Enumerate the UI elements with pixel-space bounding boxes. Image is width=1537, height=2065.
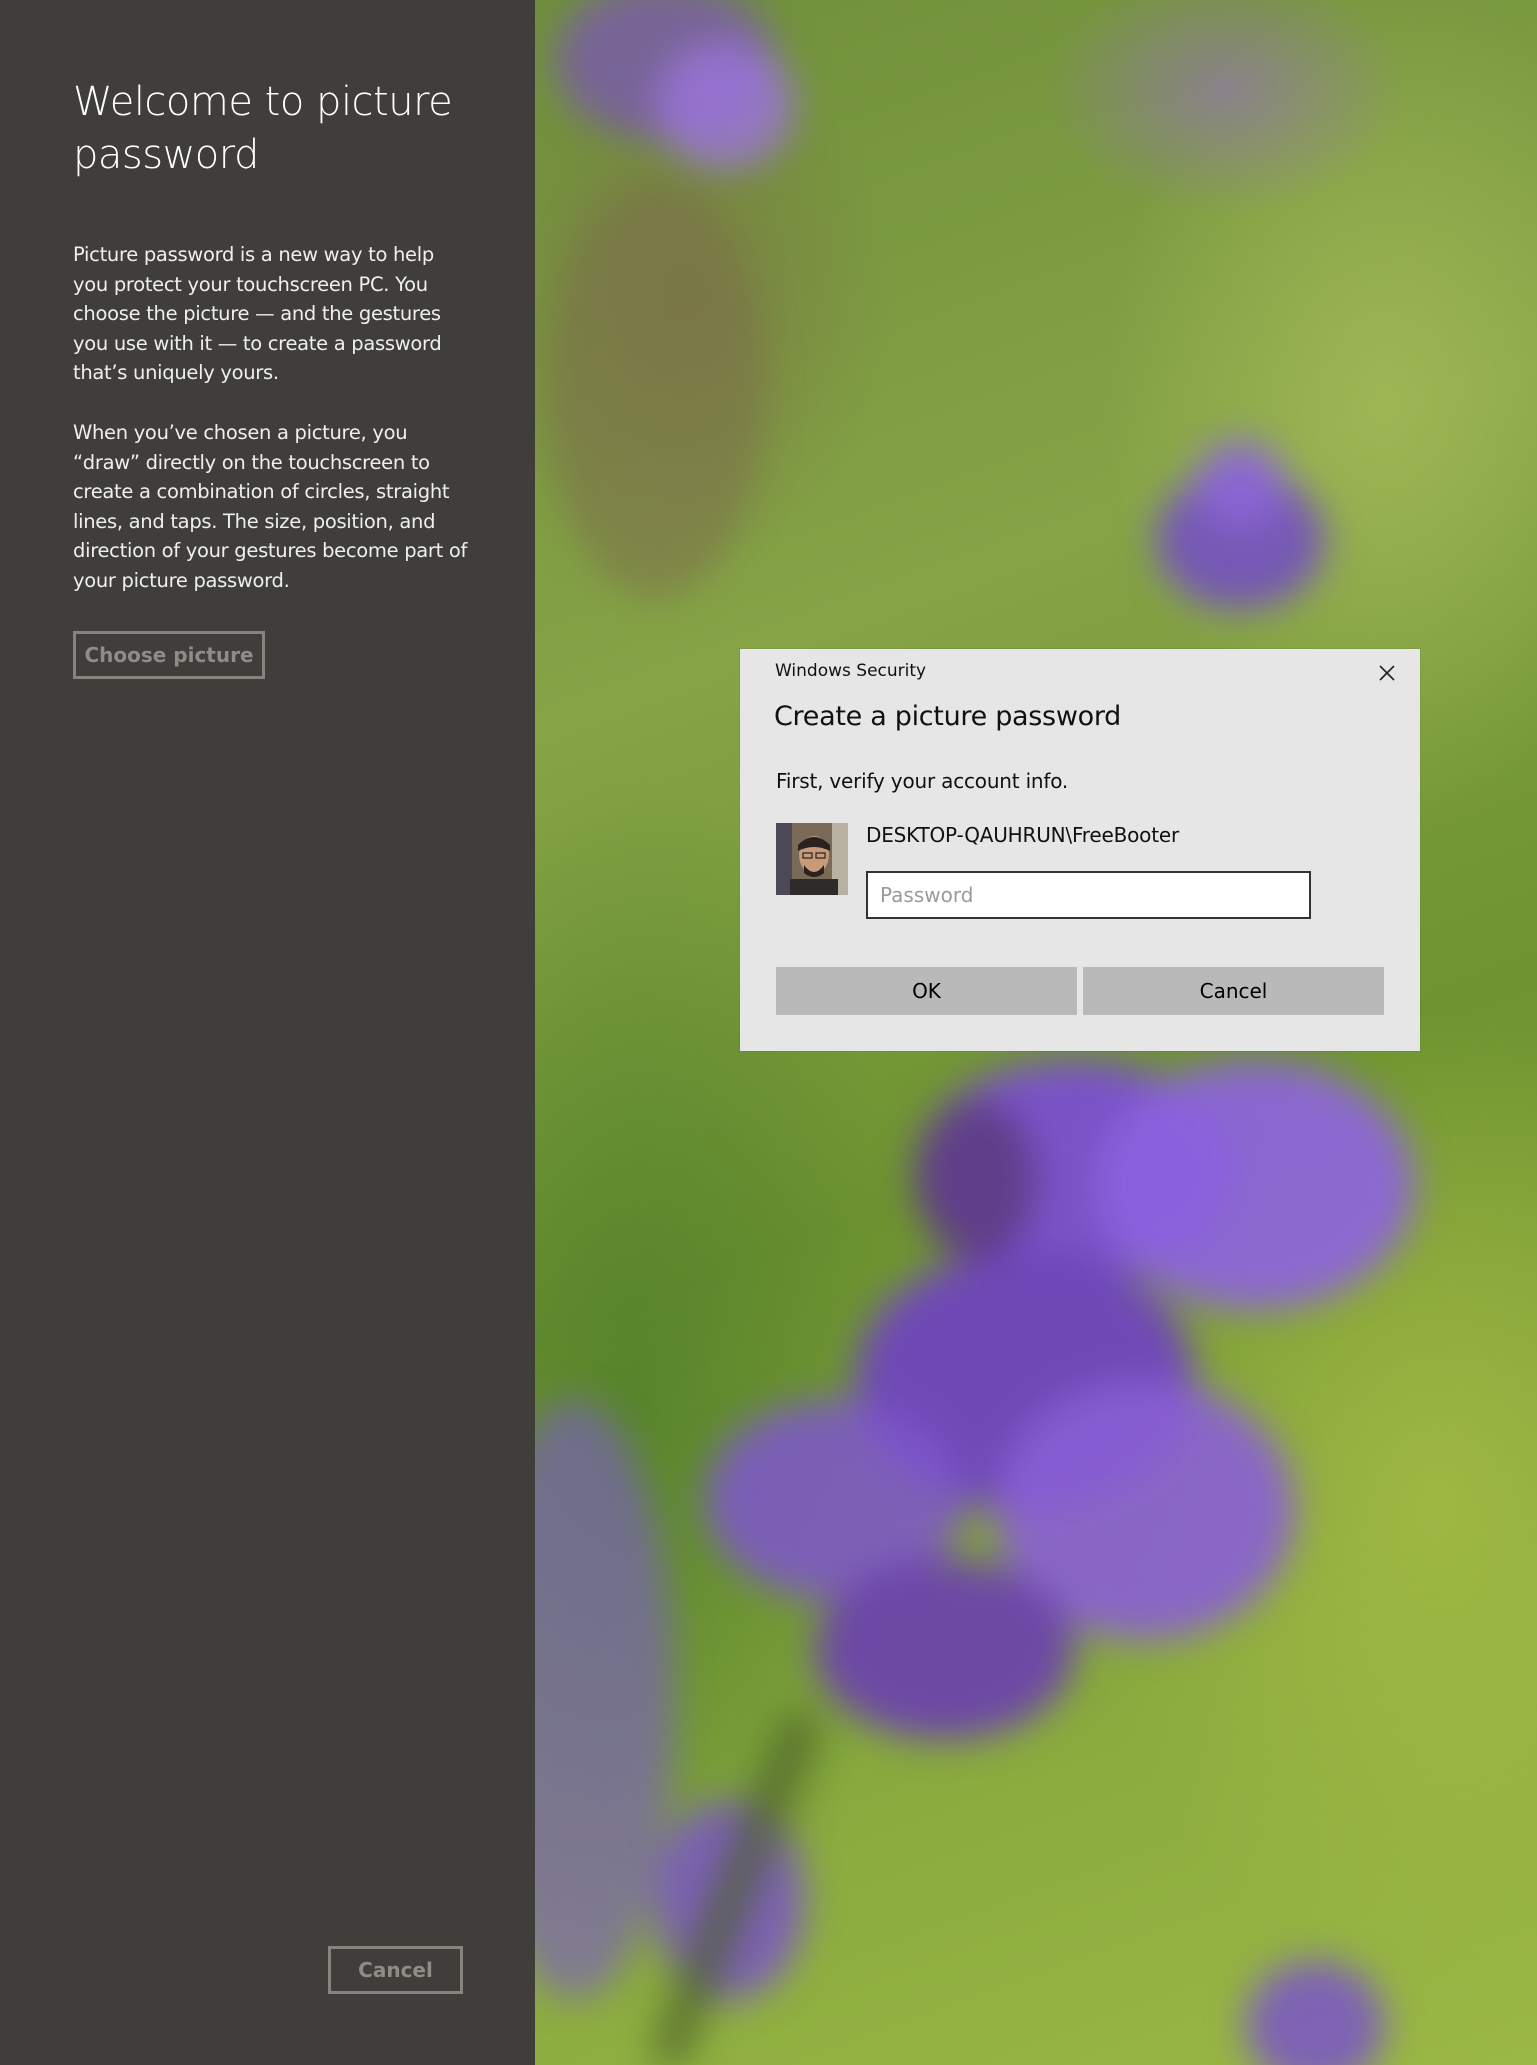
dialog-caption: Windows Security: [775, 661, 927, 681]
dialog-subtitle: First, verify your account info.: [776, 769, 1069, 793]
close-icon: [1379, 664, 1395, 684]
picture-password-screen: Welcome to picture password Picture pass…: [0, 0, 1537, 2065]
password-input[interactable]: [866, 871, 1311, 919]
windows-security-dialog: Windows Security Create a picture passwo…: [740, 649, 1420, 1051]
page-title: Welcome to picture password: [73, 79, 453, 178]
cancel-button[interactable]: Cancel: [1083, 967, 1384, 1015]
cancel-setup-button[interactable]: Cancel: [328, 1946, 463, 1994]
choose-picture-button[interactable]: Choose picture: [73, 631, 265, 679]
close-button[interactable]: [1372, 659, 1402, 689]
left-panel: Welcome to picture password Picture pass…: [0, 0, 535, 2065]
dialog-heading: Create a picture password: [774, 701, 1121, 732]
avatar: [776, 823, 848, 895]
account-name: DESKTOP-QAUHRUN\FreeBooter: [866, 823, 1179, 847]
intro-paragraph: Picture password is a new way to help yo…: [73, 243, 442, 384]
instructions-paragraph: When you’ve chosen a picture, you “draw”…: [73, 421, 468, 592]
ok-button[interactable]: OK: [776, 967, 1077, 1015]
